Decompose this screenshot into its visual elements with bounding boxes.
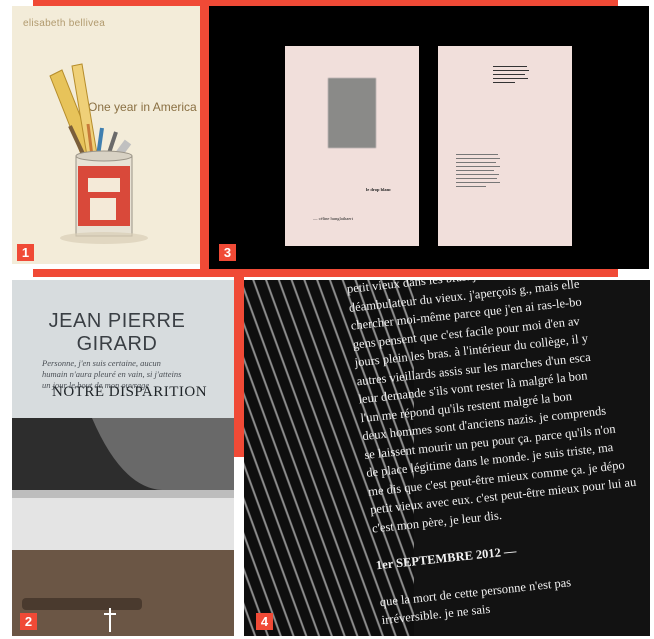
panel-book-pages: petit vieux dans les bras. j'arrive del … (244, 280, 650, 636)
book-back-cover (438, 46, 572, 246)
cover-photo-scene (12, 418, 234, 636)
cover-photo-shapes (12, 418, 234, 636)
book-title: le drop blanc (366, 187, 392, 192)
panel-number-badge: 1 (17, 244, 34, 261)
red-frame-vertical (200, 6, 209, 276)
text-line (493, 74, 525, 75)
panel-number-badge: 2 (20, 613, 37, 630)
text-line (456, 162, 496, 163)
text-line (456, 178, 497, 179)
text-line (456, 170, 494, 171)
text-line (456, 174, 499, 175)
text-line (456, 154, 498, 155)
red-frame-vertical-lower (234, 277, 244, 457)
pencil-cup-illustration (49, 63, 148, 244)
text-line (456, 186, 486, 187)
panel-number-badge: 3 (219, 244, 236, 261)
text-line (493, 70, 529, 71)
text-line (456, 166, 500, 167)
red-frame-middle (33, 269, 618, 277)
book-author: JEAN PIERRE GIRARD (48, 310, 186, 355)
panel-number-badge: 4 (256, 613, 273, 630)
text-line (456, 182, 500, 183)
book-title: NOTRE DISPARITION (52, 384, 208, 400)
text-line (493, 78, 528, 79)
panel-notre-disparition: JEAN PIERRE GIRARD Personne, j'en suis c… (12, 280, 234, 636)
panel-one-year-in-america: elisabeth bellivea One year in America 1 (12, 6, 200, 264)
page-text: petit vieux dans les bras. j'arrive del … (346, 280, 650, 630)
book-author: — céline hunglathaert (313, 216, 353, 221)
book-front-cover: le drop blanc — céline hunglathaert (285, 46, 419, 246)
text-line (456, 158, 500, 159)
text-line (493, 66, 527, 67)
panel-le-drop-blanc: le drop blanc — céline hunglathaert 3 (209, 6, 649, 269)
text-line (493, 82, 515, 83)
blurred-portrait-photo (328, 78, 376, 148)
